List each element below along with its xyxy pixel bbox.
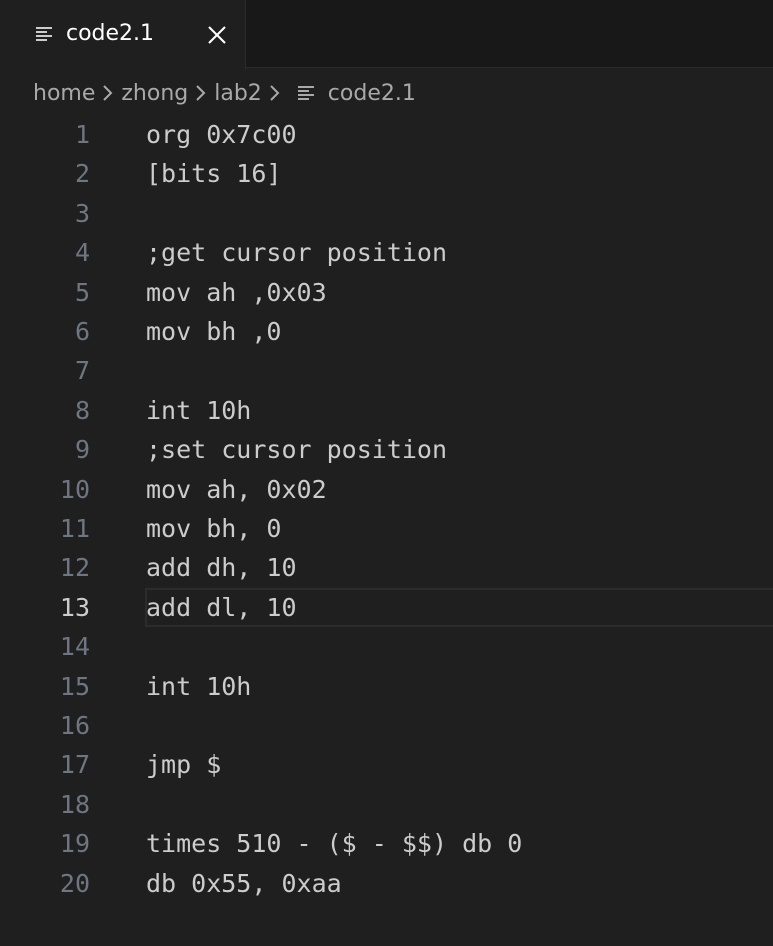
code-line[interactable]: 13 add dl, 10 xyxy=(0,587,773,628)
code-text: ;get cursor position xyxy=(146,238,448,268)
code-line[interactable]: 16 xyxy=(0,706,773,745)
code-line[interactable]: 1 org 0x7c00 xyxy=(0,115,773,154)
line-number: 14 xyxy=(59,632,90,662)
line-number: 2 xyxy=(74,159,90,189)
tab-label: code2.1 xyxy=(66,21,155,46)
code-text: mov bh, 0 xyxy=(146,514,282,543)
line-number: 1 xyxy=(74,120,90,149)
code-line[interactable]: 8 int 10h xyxy=(0,391,773,430)
code-text: int 10h xyxy=(146,671,252,701)
code-line[interactable]: 12 add dh, 10 xyxy=(0,548,773,587)
chevron-right-icon xyxy=(196,85,206,101)
code-line[interactable]: 4 ;get cursor position xyxy=(0,233,773,272)
code-text: ;set cursor position xyxy=(146,435,448,465)
breadcrumb-item-file[interactable]: code2.1 xyxy=(328,81,416,106)
code-text: times 510 - ($ - $$) db 0 xyxy=(146,829,523,859)
code-text: mov ah, 0x02 xyxy=(146,474,327,504)
line-number: 9 xyxy=(74,435,90,465)
code-line[interactable]: 2 [bits 16] xyxy=(0,154,773,193)
line-number: 6 xyxy=(74,317,90,346)
tab-code2-1[interactable]: code2.1 xyxy=(0,0,246,69)
line-number: 18 xyxy=(59,789,90,819)
code-text: add dl, 10 xyxy=(146,592,297,622)
chevron-right-icon xyxy=(270,85,280,101)
code-line[interactable]: 14 xyxy=(0,627,773,666)
tab-bar: code2.1 xyxy=(0,0,773,69)
line-number: 20 xyxy=(59,868,90,898)
code-text: mov ah ,0x03 xyxy=(146,277,327,307)
breadcrumb-item-home[interactable]: home xyxy=(33,81,95,106)
code-text: jmp $ xyxy=(146,750,222,780)
file-lines-icon xyxy=(36,27,52,41)
breadcrumb-item-lab2[interactable]: lab2 xyxy=(214,81,262,106)
line-number: 16 xyxy=(59,711,90,740)
code-line[interactable]: 7 xyxy=(0,351,773,390)
line-number: 13 xyxy=(59,592,90,622)
breadcrumb: home zhong lab2 code2.1 xyxy=(33,76,416,110)
code-text: int 10h xyxy=(146,395,252,425)
code-text: [bits 16] xyxy=(146,159,282,189)
code-line[interactable]: 11 mov bh, 0 xyxy=(0,509,773,548)
code-line[interactable]: 17 jmp $ xyxy=(0,745,773,784)
file-lines-icon xyxy=(297,86,314,100)
code-line[interactable]: 20 db 0x55, 0xaa xyxy=(0,864,773,903)
line-number: 4 xyxy=(74,238,90,268)
line-number: 10 xyxy=(59,474,90,504)
code-editor[interactable]: 1 org 0x7c00 2 [bits 16] 3 4 ;get cursor posit… xyxy=(0,115,773,946)
code-text: db 0x55, 0xaa xyxy=(146,868,342,898)
code-line[interactable]: 19 times 510 - ($ - $$) db 0 xyxy=(0,824,773,863)
line-number: 19 xyxy=(59,829,90,859)
close-icon[interactable] xyxy=(207,25,227,45)
code-text: org 0x7c00 xyxy=(146,120,297,149)
code-line[interactable]: 9 ;set cursor position xyxy=(0,430,773,469)
chevron-right-icon xyxy=(103,85,113,101)
code-line[interactable]: 15 int 10h xyxy=(0,667,773,706)
line-number: 5 xyxy=(74,277,90,307)
code-line[interactable]: 6 mov bh ,0 xyxy=(0,312,773,351)
code-line[interactable]: 5 mov ah ,0x03 xyxy=(0,273,773,312)
line-number: 11 xyxy=(59,514,90,543)
code-text: mov bh ,0 xyxy=(146,317,282,346)
breadcrumb-item-zhong[interactable]: zhong xyxy=(121,81,188,106)
line-number: 7 xyxy=(74,356,90,386)
line-number: 8 xyxy=(74,395,90,425)
code-text: add dh, 10 xyxy=(146,553,297,583)
line-number: 15 xyxy=(59,671,90,701)
line-number: 17 xyxy=(59,750,90,780)
code-line[interactable]: 18 xyxy=(0,785,773,824)
code-line[interactable]: 3 xyxy=(0,194,773,233)
code-line[interactable]: 10 mov ah, 0x02 xyxy=(0,470,773,509)
line-number: 3 xyxy=(74,198,90,228)
line-number: 12 xyxy=(59,553,90,583)
